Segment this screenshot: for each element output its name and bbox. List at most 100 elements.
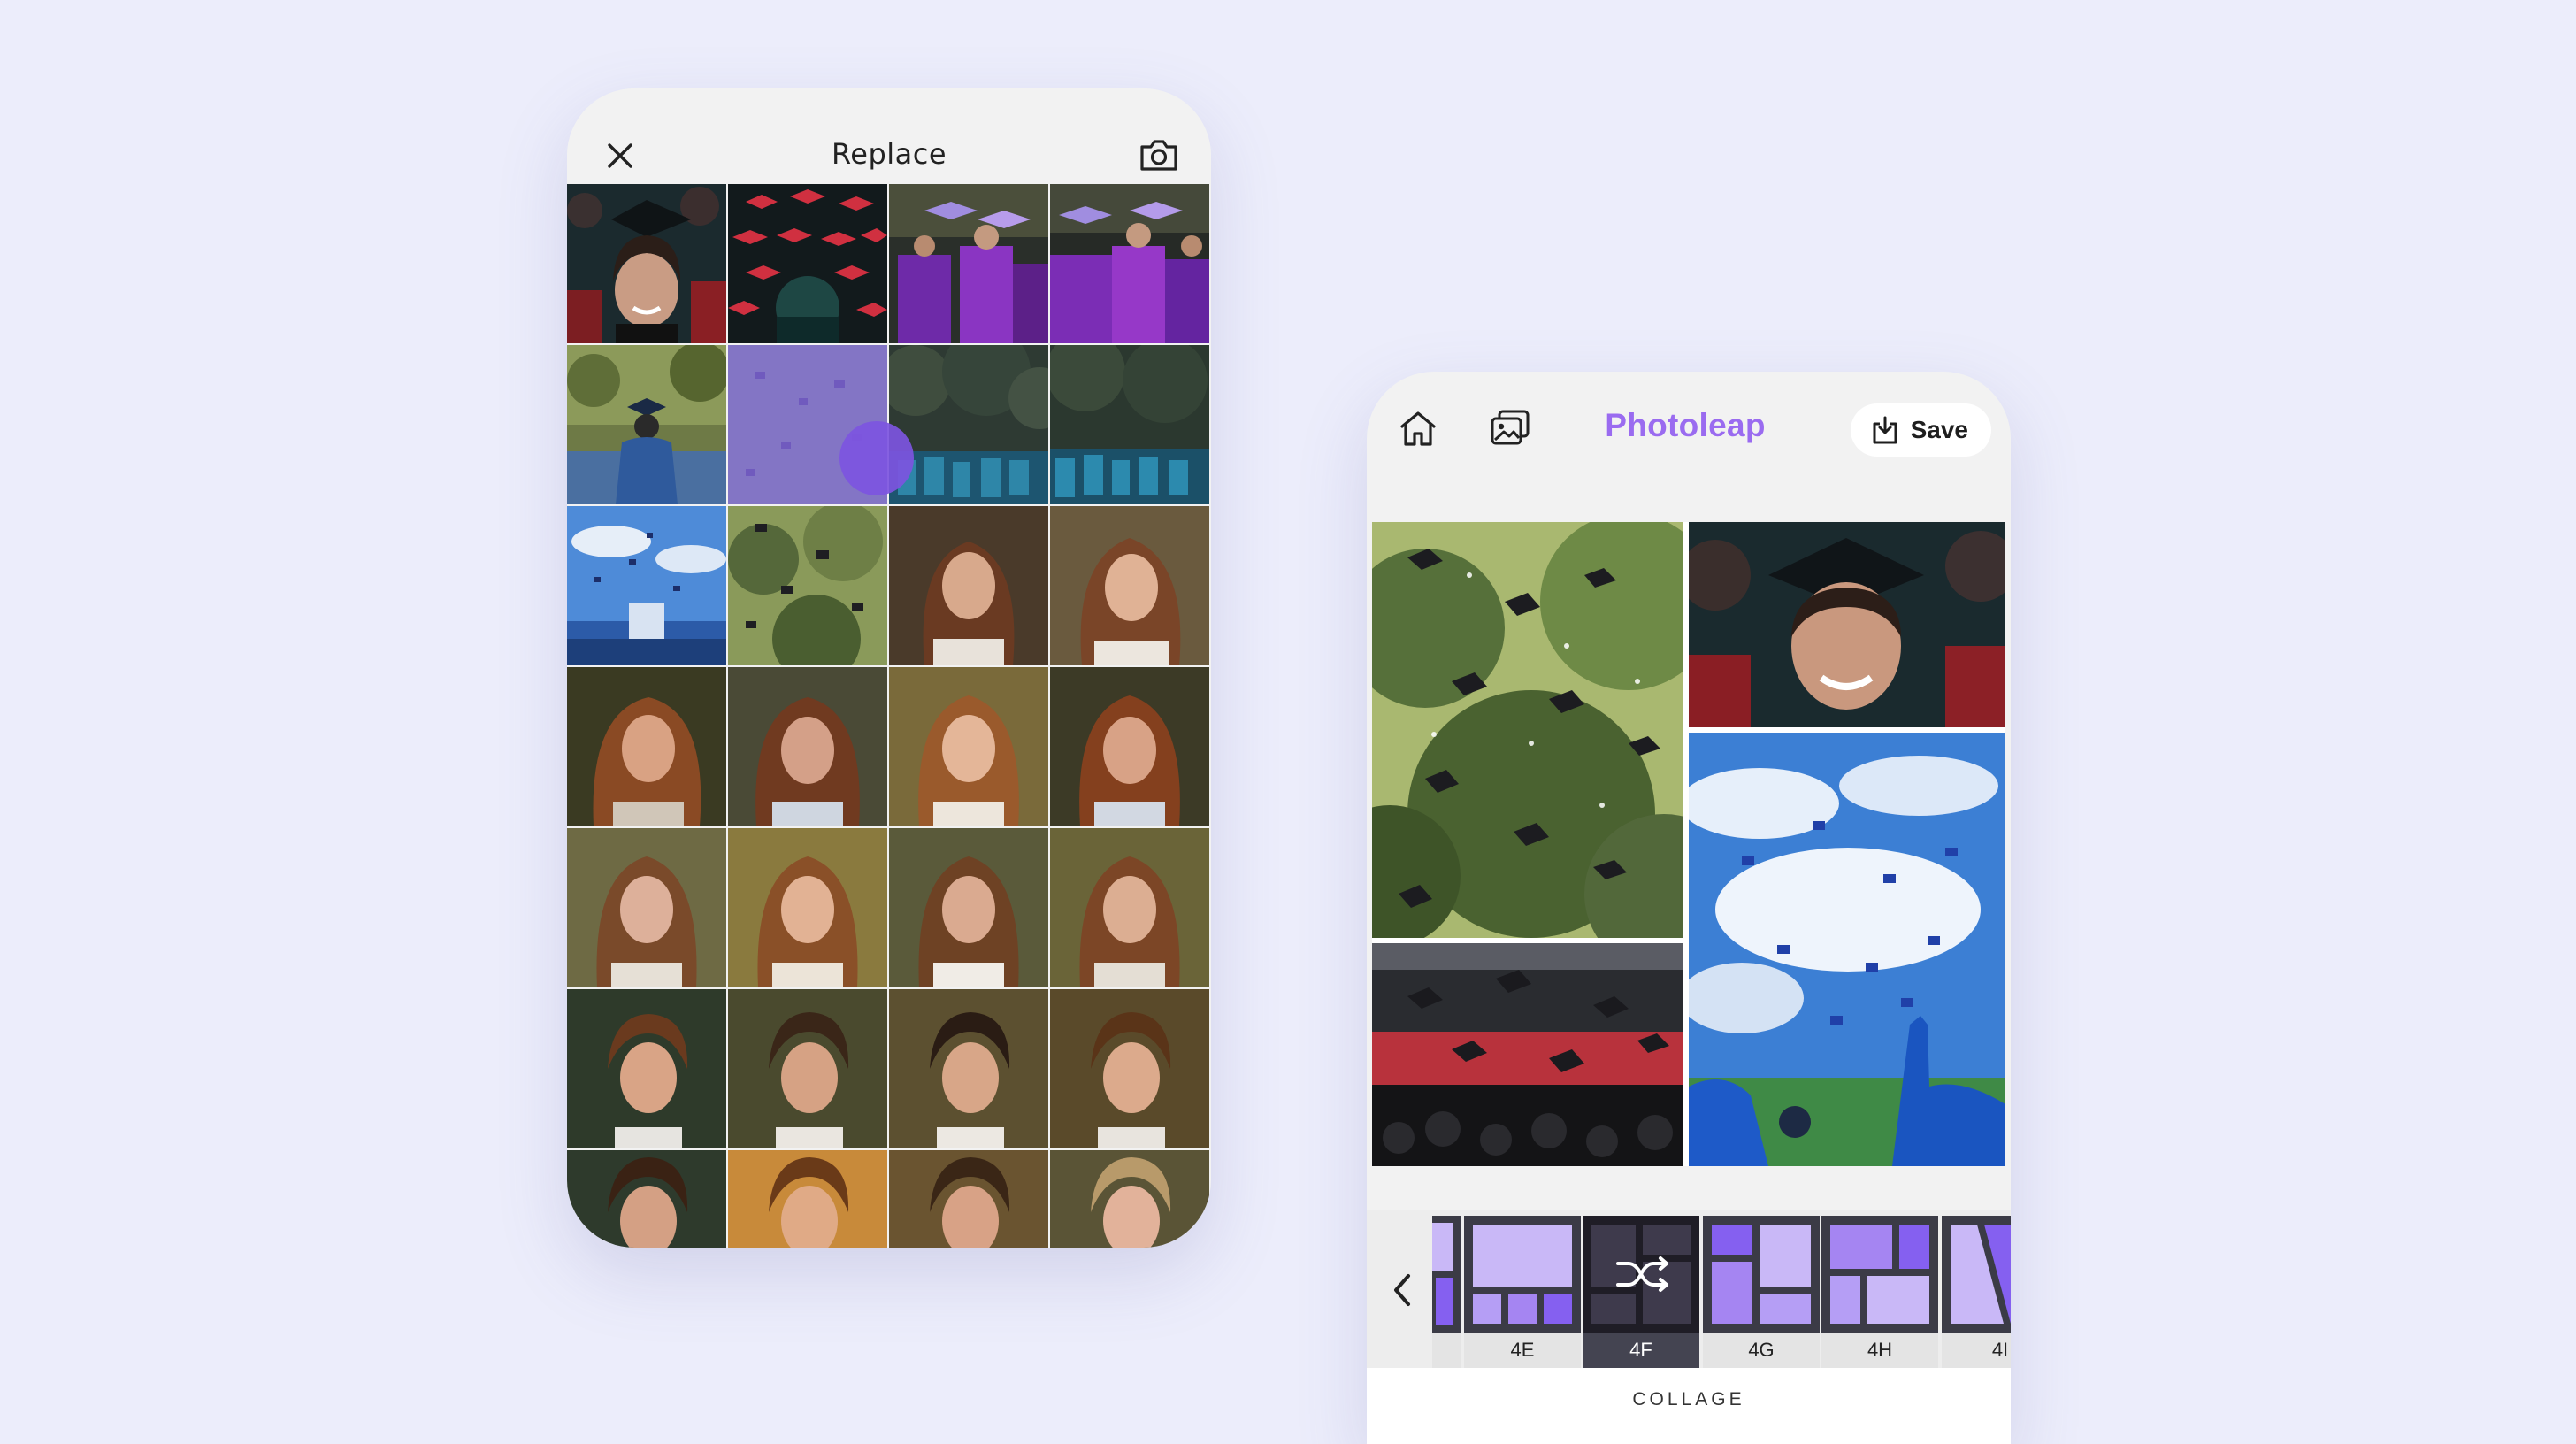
- photo-thumbnail[interactable]: [567, 1150, 726, 1248]
- photo-thumbnail[interactable]: [728, 506, 887, 665]
- photo-thumbnail[interactable]: [728, 828, 887, 987]
- photo-thumbnail[interactable]: [567, 506, 726, 665]
- layout-preview: [1703, 1216, 1820, 1333]
- photo-thumbnail[interactable]: [1050, 828, 1209, 987]
- graduate-smiling-image: [1689, 522, 2005, 727]
- woman-portrait-image: [889, 828, 1048, 987]
- photo-grid: [567, 184, 1211, 1248]
- collage-cell[interactable]: [1689, 733, 2005, 1166]
- layout-preview: [1583, 1216, 1699, 1333]
- photo-thumbnail-selected[interactable]: [728, 345, 887, 504]
- man-portrait-image: [1050, 1150, 1209, 1248]
- collage-canvas: [1372, 522, 2005, 1166]
- selected-photo-image: [728, 345, 887, 504]
- man-portrait-image: [728, 989, 887, 1148]
- photo-thumbnail[interactable]: [1050, 184, 1209, 343]
- page-title: Replace: [831, 137, 947, 171]
- collage-cell[interactable]: [1372, 522, 1683, 938]
- woman-portrait-image: [1050, 506, 1209, 665]
- man-portrait-image: [728, 1150, 887, 1248]
- editor-top-bar: Photoleap Save: [1367, 372, 2011, 522]
- photo-thumbnail[interactable]: [1050, 989, 1209, 1148]
- layout-option-4h[interactable]: 4H: [1821, 1216, 1938, 1368]
- purple-gowns-image: [889, 184, 1048, 343]
- home-icon: [1400, 411, 1436, 446]
- layout-label: 4H: [1821, 1333, 1938, 1368]
- camera-icon: [1140, 140, 1177, 171]
- home-button[interactable]: [1393, 403, 1443, 453]
- photo-thumbnail[interactable]: [567, 667, 726, 826]
- blue-gowns-trees-image: [889, 345, 1048, 504]
- layout-option-4g[interactable]: 4G: [1703, 1216, 1820, 1368]
- replace-header: Replace: [567, 88, 1211, 184]
- layout-label: 4G: [1703, 1333, 1820, 1368]
- photo-thumbnail[interactable]: [1050, 667, 1209, 826]
- photo-thumbnail[interactable]: [567, 184, 726, 343]
- photo-thumbnail[interactable]: [1050, 506, 1209, 665]
- section-label: COLLAGE: [1632, 1389, 1745, 1409]
- woman-portrait-image: [1050, 828, 1209, 987]
- layout-list: 4E 4F 4G 4H 4I: [1432, 1216, 2011, 1368]
- layout-option-4i[interactable]: 4I: [1942, 1216, 2011, 1368]
- photo-thumbnail[interactable]: [567, 989, 726, 1148]
- photo-thumbnail[interactable]: [728, 989, 887, 1148]
- blue-gowns-trees-image: [1050, 345, 1209, 504]
- caps-in-trees-image: [1372, 522, 1683, 938]
- gallery-button[interactable]: [1485, 403, 1535, 453]
- photo-thumbnail[interactable]: [567, 828, 726, 987]
- photo-thumbnail[interactable]: [889, 506, 1048, 665]
- layout-preview: [1942, 1216, 2011, 1333]
- red-caps-image: [728, 184, 887, 343]
- photo-thumbnail[interactable]: [889, 184, 1048, 343]
- photo-thumbnail[interactable]: [889, 828, 1048, 987]
- caps-in-trees-image: [728, 506, 887, 665]
- layout-preview: [1464, 1216, 1581, 1333]
- layout-label: 4F: [1583, 1333, 1699, 1368]
- photo-thumbnail[interactable]: [728, 1150, 887, 1248]
- layout-toolbar: 4E 4F 4G 4H 4I: [1367, 1210, 2011, 1368]
- photoleap-editor-screen: Photoleap Save 4E 4F 4G 4H 4I COLLAGE: [1367, 372, 2011, 1444]
- save-label: Save: [1910, 416, 1968, 443]
- man-portrait-image: [889, 1150, 1048, 1248]
- photo-thumbnail[interactable]: [889, 989, 1048, 1148]
- layout-option-4e[interactable]: 4E: [1464, 1216, 1581, 1368]
- man-portrait-image: [567, 989, 726, 1148]
- photo-thumbnail[interactable]: [889, 1150, 1048, 1248]
- layout-label: 4E: [1464, 1333, 1581, 1368]
- man-portrait-image: [889, 989, 1048, 1148]
- layout-label: [1432, 1333, 1460, 1368]
- woman-portrait-image: [1050, 667, 1209, 826]
- photo-thumbnail[interactable]: [728, 184, 887, 343]
- man-portrait-image: [1050, 989, 1209, 1148]
- photo-thumbnail[interactable]: [567, 345, 726, 504]
- gallery-icon: [1491, 410, 1530, 445]
- layout-option[interactable]: [1432, 1216, 1460, 1368]
- caps-thrown-auditorium-image: [1372, 943, 1683, 1166]
- woman-portrait-image: [889, 667, 1048, 826]
- back-button[interactable]: [1384, 1264, 1420, 1317]
- man-portrait-image: [567, 1150, 726, 1248]
- collage-cell[interactable]: [1689, 522, 2005, 727]
- purple-gowns-image: [1050, 184, 1209, 343]
- woman-portrait-image: [889, 506, 1048, 665]
- photo-thumbnail[interactable]: [728, 667, 887, 826]
- collage-cell[interactable]: [1372, 943, 1683, 1166]
- woman-portrait-image: [728, 667, 887, 826]
- woman-portrait-image: [728, 828, 887, 987]
- app-brand-title: Photoleap: [1605, 407, 1766, 443]
- camera-button[interactable]: [1133, 129, 1184, 180]
- photo-thumbnail[interactable]: [889, 667, 1048, 826]
- graduate-blue-gown-image: [567, 345, 726, 504]
- layout-preview: [1821, 1216, 1938, 1333]
- save-button[interactable]: Save: [1850, 403, 1991, 457]
- photo-thumbnail[interactable]: [889, 345, 1048, 504]
- woman-portrait-image: [567, 828, 726, 987]
- photo-thumbnail[interactable]: [1050, 345, 1209, 504]
- caps-thrown-blue-sky-image: [1689, 733, 2005, 1166]
- photo-thumbnail[interactable]: [1050, 1150, 1209, 1248]
- chevron-left-icon: [1394, 1274, 1410, 1306]
- save-download-icon: [1873, 416, 1898, 444]
- layout-preview: [1432, 1216, 1460, 1333]
- layout-option-4f[interactable]: 4F: [1583, 1216, 1699, 1368]
- graduate-crowd-image: [567, 184, 726, 343]
